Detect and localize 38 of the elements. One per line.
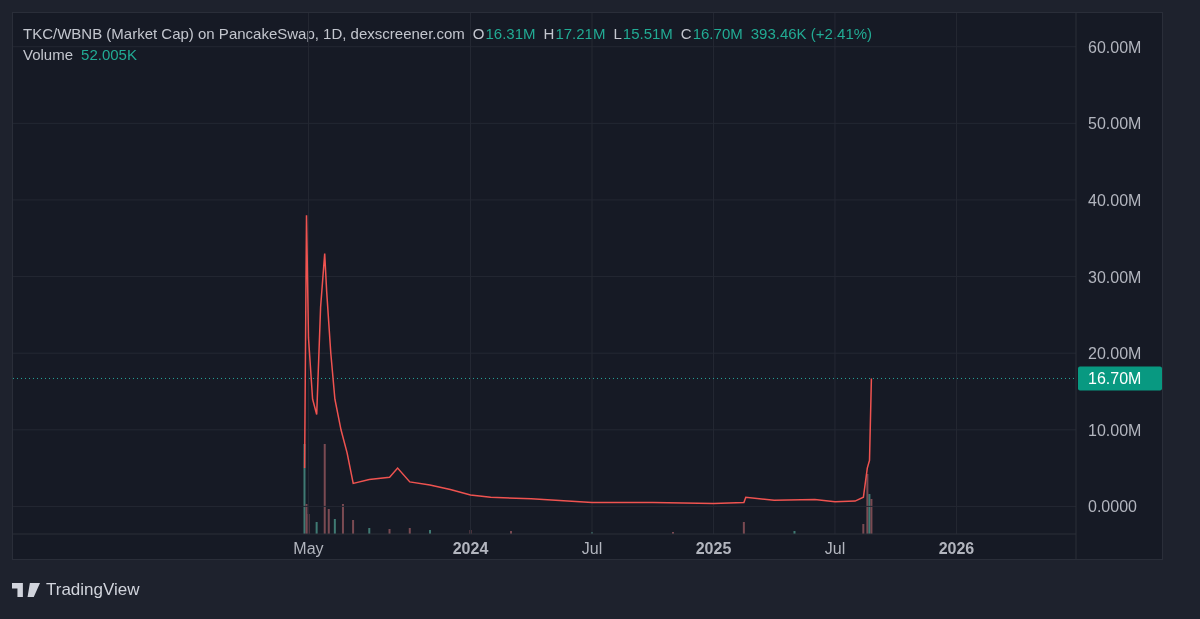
volume-bar: [793, 531, 796, 534]
price-axis-label: 30.00M: [1088, 268, 1142, 286]
time-axis-label: Jul: [824, 540, 846, 557]
volume-bar: [469, 530, 472, 534]
current-price-badge: 16.70M: [1078, 366, 1162, 391]
time-axis-label: Jul: [581, 540, 603, 557]
price-change: 393.46K (+2.41%): [750, 25, 873, 42]
volume-bar: [742, 522, 745, 534]
volume-value: 52.005K: [81, 46, 137, 63]
time-axis-label: 2026: [938, 540, 975, 557]
time-axis-label: May: [293, 540, 324, 557]
volume-label: Volume: [23, 46, 74, 63]
price-axis-label: 40.00M: [1088, 191, 1142, 209]
ohlc-value: 16.31M: [485, 25, 536, 42]
volume-bar: [333, 519, 336, 534]
time-axis-label: 2025: [695, 540, 732, 557]
volume-bar: [368, 528, 371, 534]
price-axis-label: 50.00M: [1088, 115, 1142, 133]
volume-bar: [315, 522, 318, 534]
volume-bar: [352, 520, 355, 534]
logo-icon: [12, 582, 40, 597]
price-axis-label: 0.0000: [1088, 498, 1137, 516]
brand-name: TradingView: [46, 579, 140, 600]
ohlc-key: C: [680, 25, 692, 42]
price-axis-label: 20.00M: [1088, 345, 1142, 363]
volume-bar: [341, 504, 344, 534]
volume-bar: [388, 529, 391, 534]
symbol-title: TKC/WBNB (Market Cap) on PancakeSwap, 1D, dexscreener.com: [23, 25, 465, 42]
ohlc-value: 15.51M: [622, 25, 673, 42]
ohlc-key: H: [543, 25, 555, 42]
volume-bar: [408, 528, 411, 534]
price-axis-label: 60.00M: [1088, 38, 1142, 56]
time-axis-label: 2024: [452, 540, 489, 557]
ohlc-value: 17.21M: [555, 25, 606, 42]
price-axis-label: 10.00M: [1088, 421, 1142, 439]
ohlc-key: O: [472, 25, 485, 42]
ohlc-key: L: [613, 25, 622, 42]
ohlc-value: 16.70M: [692, 25, 743, 42]
